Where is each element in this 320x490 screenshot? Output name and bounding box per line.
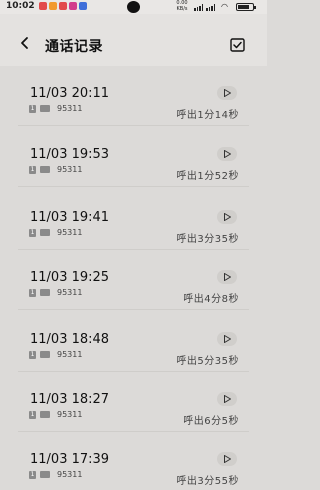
notification-icon	[69, 2, 77, 10]
call-time: 11/03 20:11	[30, 86, 110, 101]
call-duration: 呼出3分35秒	[176, 234, 239, 245]
call-details: 1 95311	[29, 350, 82, 359]
hd-call-icon	[40, 471, 50, 478]
sim-card-icon: 1	[29, 165, 36, 174]
phone-number: 95311	[57, 104, 83, 113]
call-duration: 呼出1分14秒	[176, 110, 239, 121]
wifi-icon: ◠	[221, 2, 228, 11]
play-recording-button[interactable]	[217, 210, 237, 224]
play-recording-button[interactable]	[217, 392, 237, 406]
page-title: 通话记录	[45, 39, 103, 55]
call-details: 1 95311	[29, 104, 82, 113]
call-duration: 呼出6分5秒	[183, 416, 239, 427]
play-icon	[224, 89, 231, 97]
chevron-left-icon[interactable]	[18, 36, 32, 50]
call-details: 1 95311	[29, 410, 82, 419]
play-recording-button[interactable]	[217, 270, 237, 284]
sim-card-icon: 1	[29, 350, 36, 359]
play-recording-button[interactable]	[217, 86, 237, 100]
call-duration: 呼出5分35秒	[176, 356, 239, 367]
call-time: 11/03 18:48	[30, 332, 110, 347]
play-icon	[224, 273, 231, 281]
hd-call-icon	[40, 411, 50, 418]
phone-number: 95311	[57, 228, 83, 237]
call-log-row[interactable]: 11/03 19:25 1 95311 呼出4分8秒	[18, 262, 249, 310]
sim-card-icon: 1	[29, 288, 36, 297]
call-details: 1 95311	[29, 165, 82, 174]
status-time: 10:02	[6, 1, 35, 11]
call-details: 1 95311	[29, 288, 82, 297]
app-header: 通话记录	[0, 14, 267, 66]
phone-number: 95311	[57, 410, 83, 419]
battery-icon	[236, 3, 256, 11]
signal-icon	[194, 3, 215, 11]
call-time: 11/03 19:25	[30, 270, 110, 285]
call-time: 11/03 19:41	[30, 210, 110, 225]
sim-card-icon: 1	[29, 228, 36, 237]
play-recording-button[interactable]	[217, 147, 237, 161]
notification-icon	[79, 2, 87, 10]
camera-cutout	[127, 1, 140, 13]
call-details: 1 95311	[29, 470, 82, 479]
call-duration: 呼出3分55秒	[176, 476, 239, 487]
call-log-row[interactable]: 11/03 19:41 1 95311 呼出3分35秒	[18, 202, 249, 250]
play-icon	[224, 455, 231, 463]
call-time: 11/03 19:53	[30, 147, 110, 162]
play-icon	[224, 395, 231, 403]
hd-call-icon	[40, 105, 50, 112]
call-duration: 呼出1分52秒	[176, 171, 239, 182]
phone-number: 95311	[57, 350, 83, 359]
call-time: 11/03 17:39	[30, 452, 110, 467]
call-duration: 呼出4分8秒	[183, 294, 239, 305]
status-bar: 10:02 0.00 KB/s ◠	[0, 0, 267, 14]
checkbox-icon[interactable]	[230, 38, 245, 52]
call-log-row[interactable]: 11/03 20:11 1 95311 呼出1分14秒	[18, 78, 249, 126]
sim-card-icon: 1	[29, 410, 36, 419]
call-log-row[interactable]: 11/03 18:48 1 95311 呼出5分35秒	[18, 324, 249, 372]
play-icon	[224, 213, 231, 221]
notification-icon	[59, 2, 67, 10]
hd-call-icon	[40, 289, 50, 296]
hd-call-icon	[40, 351, 50, 358]
call-log-row[interactable]: 11/03 19:53 1 95311 呼出1分52秒	[18, 139, 249, 187]
call-log-row[interactable]: 11/03 17:39 1 95311 呼出3分55秒	[18, 444, 249, 490]
network-speed: 0.00 KB/s	[176, 0, 188, 12]
sim-card-icon: 1	[29, 104, 36, 113]
hd-call-icon	[40, 229, 50, 236]
play-recording-button[interactable]	[217, 452, 237, 466]
play-icon	[224, 150, 231, 158]
play-recording-button[interactable]	[217, 332, 237, 346]
notification-icon	[39, 2, 47, 10]
notification-icons	[39, 2, 87, 10]
notification-icon	[49, 2, 57, 10]
play-icon	[224, 335, 231, 343]
phone-number: 95311	[57, 288, 83, 297]
call-details: 1 95311	[29, 228, 82, 237]
hd-call-icon	[40, 166, 50, 173]
call-log-row[interactable]: 11/03 18:27 1 95311 呼出6分5秒	[18, 384, 249, 432]
sim-card-icon: 1	[29, 470, 36, 479]
phone-number: 95311	[57, 470, 83, 479]
call-time: 11/03 18:27	[30, 392, 110, 407]
phone-number: 95311	[57, 165, 83, 174]
